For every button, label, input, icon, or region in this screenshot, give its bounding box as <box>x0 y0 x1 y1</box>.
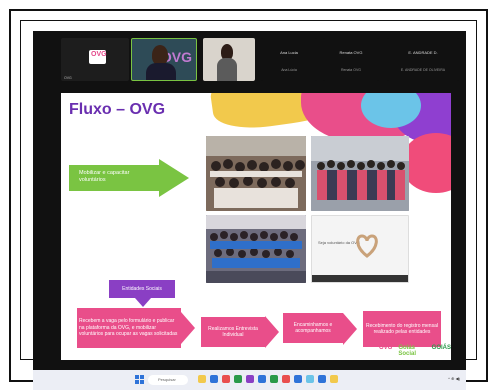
participant-tile-camera[interactable]: OVG <box>131 38 197 81</box>
participant-tile-ovg[interactable]: OVG OVG <box>61 38 129 81</box>
goias-logo: GOIÁS <box>431 345 451 351</box>
flow-step-2: Realizamos Entrevista Individual <box>201 317 265 347</box>
participant-tile-name[interactable]: Renata OVG Renata OVG <box>323 38 379 81</box>
participant-display-name: E. ANDRADE D. <box>408 50 438 55</box>
group-photo-3 <box>206 215 306 283</box>
file-explorer-icon[interactable] <box>198 375 206 383</box>
flow-arrow-1 <box>181 312 195 344</box>
participant-label: E. ANDRADE DE OLIVEIRA <box>400 68 446 72</box>
group-photo-1 <box>206 136 306 211</box>
participant-label: Ana Lúcia <box>281 68 297 72</box>
app-icon[interactable] <box>306 375 314 383</box>
edge-icon[interactable] <box>210 375 218 383</box>
heart-hands-icon <box>356 234 378 258</box>
goias-social-logo: Goiás Social <box>398 345 417 357</box>
website-screenshot: Seja voluntário da OVG <box>311 215 409 283</box>
excel-icon[interactable] <box>270 375 278 383</box>
participant-body <box>146 63 176 80</box>
participant-strip: OVG OVG OVG Ana Lucia Ana Lúcia Renata O… <box>33 31 466 89</box>
flow-step-4: Recebimento do registro mensal realizado… <box>363 311 441 347</box>
participant-display-name: Ana Lucia <box>280 50 298 55</box>
participant-body <box>217 58 237 81</box>
outlook-icon[interactable] <box>258 375 266 383</box>
flow-step-3: Encaminhamos e acompanhamos <box>283 313 343 343</box>
teams-icon[interactable] <box>246 375 254 383</box>
ovg-logo: OVG <box>89 50 107 64</box>
purple-arrow-tip <box>135 298 151 307</box>
flow-arrow-2 <box>265 316 279 348</box>
app-icon[interactable] <box>222 375 230 383</box>
windows-start-icon[interactable] <box>135 375 144 384</box>
slide-title: Fluxo – OVG <box>69 101 166 118</box>
meeting-screen: OVG OVG OVG Ana Lucia Ana Lúcia Renata O… <box>33 31 466 370</box>
app-icon[interactable] <box>330 375 338 383</box>
participant-tile-camera-2[interactable] <box>203 38 255 81</box>
word-icon[interactable] <box>294 375 302 383</box>
participant-display-name: Renata OVG <box>339 50 363 55</box>
app-icon[interactable] <box>234 375 242 383</box>
flow-step-1: Recebem a vaga pelo formulário e publica… <box>77 308 181 348</box>
entities-label: Entidades Sociais <box>109 280 175 298</box>
participant-name: OVG <box>64 76 72 80</box>
shared-slide: Fluxo – OVG Mobilizar e capacitar volunt… <box>61 93 451 360</box>
group-photo-2 <box>311 136 409 211</box>
participant-tile-name[interactable]: E. ANDRADE D. E. ANDRADE DE OLIVEIRA <box>387 38 459 81</box>
website-footer <box>312 275 408 282</box>
flow-arrow-3 <box>343 313 357 345</box>
taskbar: Pesquisar ^ ⊕ ◀) <box>33 370 466 390</box>
app-icon[interactable] <box>282 375 290 383</box>
ovg-logo: OVG <box>379 345 393 351</box>
participant-tile-name[interactable]: Ana Lucia Ana Lúcia <box>261 38 317 81</box>
chrome-icon[interactable] <box>318 375 326 383</box>
participant-label: Renata OVG <box>340 68 362 72</box>
partner-logos: OVG Goiás Social GOIÁS <box>379 345 451 357</box>
search-input[interactable]: Pesquisar <box>148 375 188 385</box>
mobilize-step: Mobilizar e capacitar voluntários <box>69 165 159 191</box>
system-tray[interactable]: ^ ⊕ ◀) <box>448 376 460 381</box>
green-arrow-tip <box>159 159 189 197</box>
participant-head <box>152 45 168 65</box>
